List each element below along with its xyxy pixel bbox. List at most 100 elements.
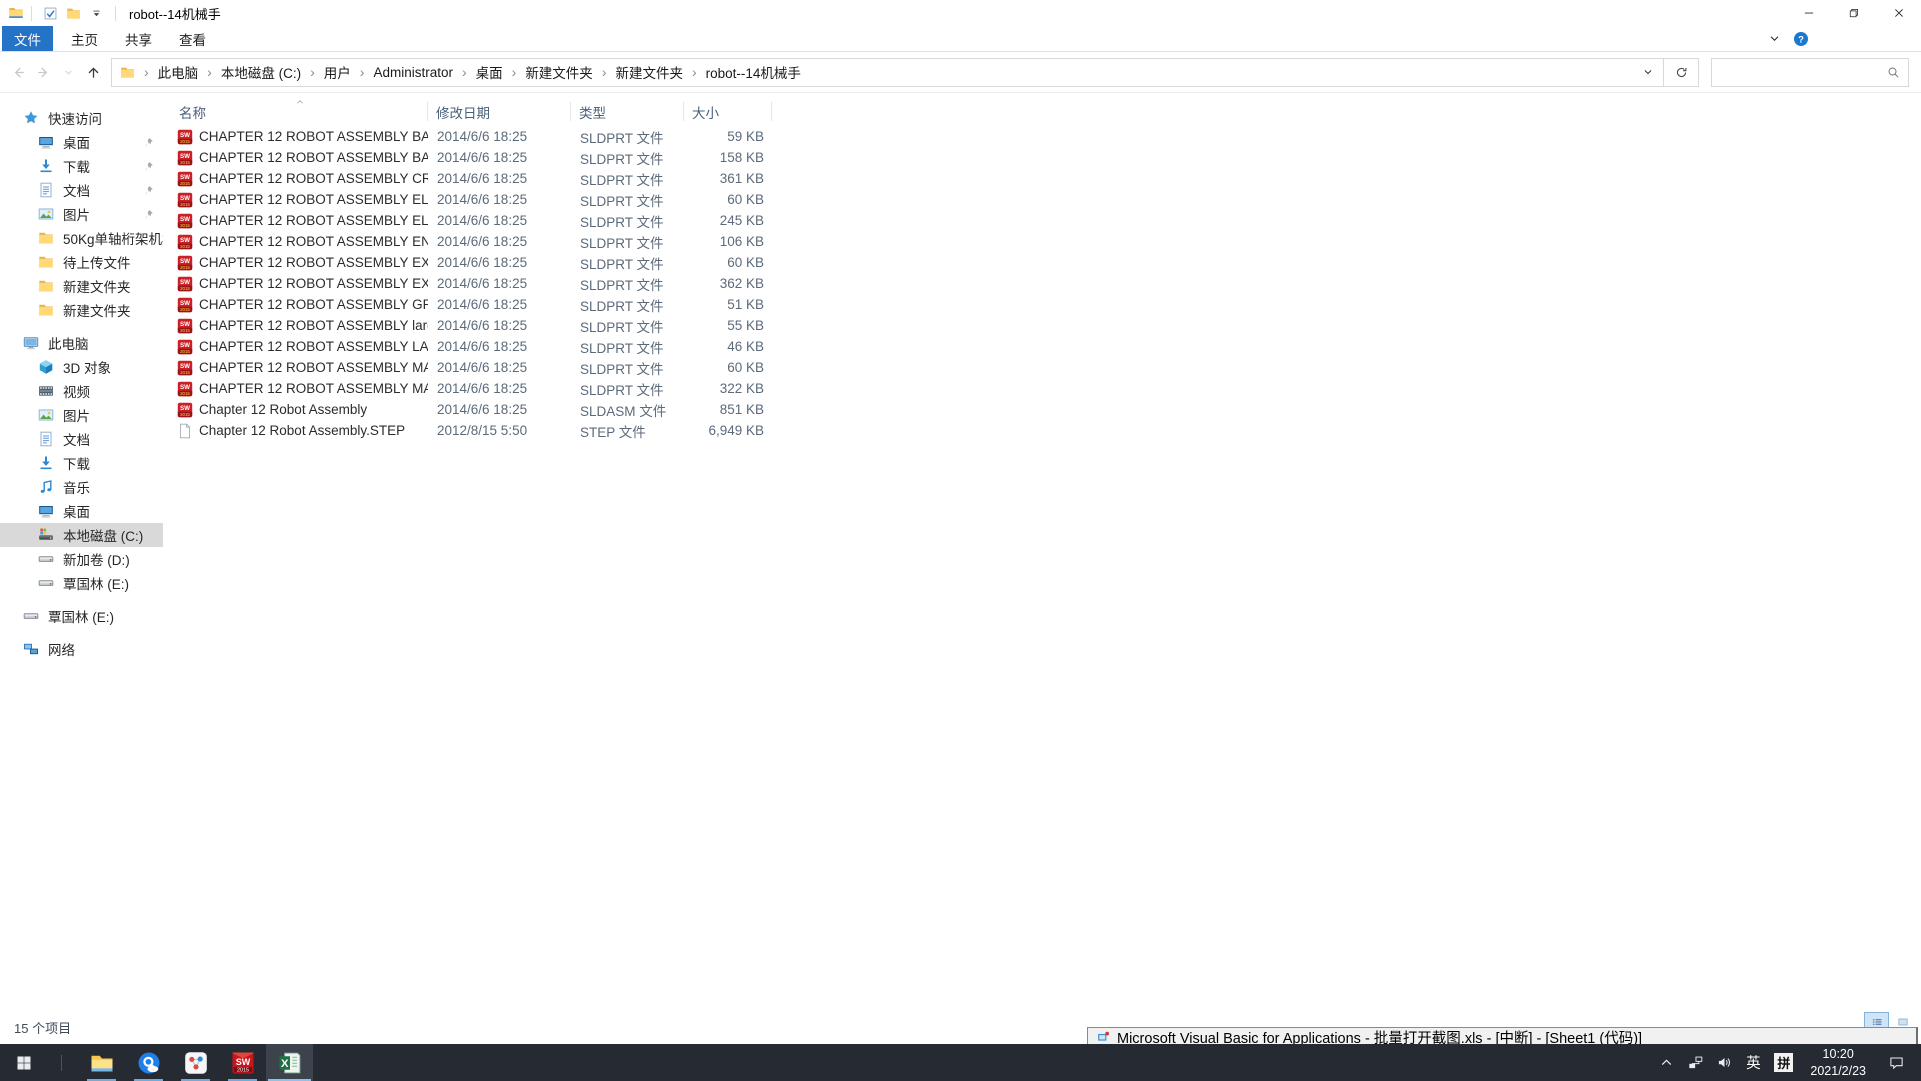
ribbon-tab[interactable]: 文件	[2, 26, 53, 51]
recent-locations-button[interactable]	[56, 59, 81, 85]
vba-window-sliver[interactable]: Microsoft Visual Basic for Applications …	[1087, 1027, 1918, 1044]
refresh-icon[interactable]	[1664, 66, 1698, 79]
taskbar-app-button[interactable]	[78, 1044, 125, 1081]
table-row[interactable]: SW2015 CHAPTER 12 ROBOT ASSEMBLY ELB... …	[171, 210, 1921, 231]
table-row[interactable]: SW2015 CHAPTER 12 ROBOT ASSEMBLY BAS... …	[171, 126, 1921, 147]
sidebar-item-label: 此电脑	[48, 333, 89, 353]
sidebar-item[interactable]: 快速访问	[0, 106, 163, 130]
sidebar-item-icon	[23, 110, 39, 126]
breadcrumb-item[interactable]: 此电脑	[135, 59, 198, 86]
file-size: 362 KB	[684, 276, 772, 291]
minimize-button[interactable]	[1786, 0, 1831, 26]
help-icon[interactable]: ?	[1793, 31, 1809, 47]
qat-customize-button[interactable]	[85, 2, 108, 24]
sidebar-item[interactable]: 文档	[0, 427, 163, 451]
column-header[interactable]: 类型	[571, 102, 684, 121]
back-button[interactable]	[6, 59, 31, 85]
sidebar-item[interactable]: 新加卷 (D:)	[0, 547, 163, 571]
file-type-icon: SW2015	[177, 381, 193, 397]
table-row[interactable]: SW2015 CHAPTER 12 ROBOT ASSEMBLY EXT... …	[171, 252, 1921, 273]
sidebar-item[interactable]: 下载	[0, 451, 163, 475]
table-row[interactable]: SW2015 CHAPTER 12 ROBOT ASSEMBLY CRA... …	[171, 168, 1921, 189]
ime-pinyin-icon[interactable]: 拼	[1774, 1053, 1793, 1072]
vba-window-title: Microsoft Visual Basic for Applications …	[1117, 1030, 1642, 1044]
svg-text:2015: 2015	[180, 286, 190, 291]
network-icon[interactable]	[1681, 1044, 1710, 1081]
breadcrumb-item[interactable]: Administrator	[351, 59, 453, 86]
breadcrumb-item[interactable]: 桌面	[453, 59, 503, 86]
sidebar-item[interactable]: 视频	[0, 379, 163, 403]
sidebar-item[interactable]: 文档	[0, 178, 163, 202]
sidebar-item[interactable]: 图片	[0, 202, 163, 226]
file-name: CHAPTER 12 ROBOT ASSEMBLY EXT...	[199, 255, 428, 270]
qat-properties-button[interactable]	[39, 2, 62, 24]
taskbar-clock[interactable]: 10:20 2021/2/23	[1800, 1046, 1876, 1080]
table-row[interactable]: SW2015 Chapter 12 Robot Assembly 2014/6/…	[171, 399, 1921, 420]
table-row[interactable]: SW2015 CHAPTER 12 ROBOT ASSEMBLY MAI... …	[171, 378, 1921, 399]
search-box[interactable]	[1711, 58, 1909, 87]
sidebar-item[interactable]: 桌面	[0, 499, 163, 523]
breadcrumb-item[interactable]: 新建文件夹	[593, 59, 683, 86]
taskbar-app-button[interactable]	[125, 1044, 172, 1081]
taskbar-app-button[interactable]	[172, 1044, 219, 1081]
file-name-cell: SW2015 Chapter 12 Robot Assembly	[171, 402, 428, 418]
file-type: SLDPRT 文件	[571, 379, 684, 399]
sidebar-item[interactable]: 下载	[0, 154, 163, 178]
table-row[interactable]: SW2015 CHAPTER 12 ROBOT ASSEMBLY BASE 20…	[171, 147, 1921, 168]
sidebar-item[interactable]: 新建文件夹	[0, 298, 163, 322]
start-button[interactable]	[0, 1044, 48, 1081]
sidebar-item[interactable]: 桌面	[0, 130, 163, 154]
sidebar-item[interactable]: 音乐	[0, 475, 163, 499]
breadcrumb-item[interactable]: 本地磁盘 (C:)	[198, 59, 301, 86]
search-icon	[1887, 66, 1900, 79]
search-input[interactable]	[1720, 65, 1887, 80]
column-header[interactable]: 大小	[684, 102, 772, 121]
taskbar-app-button[interactable]: X	[266, 1044, 313, 1081]
breadcrumb-item[interactable]: 新建文件夹	[503, 59, 593, 86]
expand-ribbon-icon[interactable]	[1769, 33, 1780, 44]
table-row[interactable]: SW2015 CHAPTER 12 ROBOT ASSEMBLY END... …	[171, 231, 1921, 252]
sidebar-item[interactable]: 50Kg单轴桁架机械	[0, 226, 163, 250]
address-dropdown-icon[interactable]	[1633, 67, 1663, 77]
ime-language-indicator[interactable]: 英	[1739, 1052, 1767, 1073]
sidebar-item[interactable]: 新建文件夹	[0, 274, 163, 298]
breadcrumb-item[interactable]: 用户	[301, 59, 351, 86]
action-center-icon[interactable]	[1876, 1044, 1916, 1081]
table-row[interactable]: Chapter 12 Robot Assembly.STEP 2012/8/15…	[171, 420, 1921, 441]
table-row[interactable]: SW2015 CHAPTER 12 ROBOT ASSEMBLY larg...…	[171, 315, 1921, 336]
sidebar-item-label: 新建文件夹	[63, 300, 131, 320]
breadcrumb-item[interactable]: robot--14机械手	[683, 59, 801, 86]
sidebar-item[interactable]: 3D 对象	[0, 355, 163, 379]
table-row[interactable]: SW2015 CHAPTER 12 ROBOT ASSEMBLY EXT... …	[171, 273, 1921, 294]
qat-new-folder-button[interactable]	[62, 2, 85, 24]
address-bar[interactable]: 此电脑 本地磁盘 (C:) 用户 Administrator 桌面 新建文件夹 …	[111, 58, 1699, 87]
volume-icon[interactable]	[1710, 1044, 1739, 1081]
divider	[115, 6, 116, 21]
restore-button[interactable]	[1831, 0, 1876, 26]
sidebar-item[interactable]: 图片	[0, 403, 163, 427]
sidebar-item[interactable]: 覃国林 (E:)	[0, 604, 163, 628]
table-row[interactable]: SW2015 CHAPTER 12 ROBOT ASSEMBLY LAR... …	[171, 336, 1921, 357]
taskbar-app-button[interactable]: SW2015	[219, 1044, 266, 1081]
sidebar-item[interactable]: 网络	[0, 637, 163, 661]
ribbon-tab[interactable]: 主页	[62, 26, 107, 51]
column-header[interactable]: 修改日期	[428, 102, 571, 121]
close-icon[interactable]	[1876, 0, 1921, 26]
svg-text:SW: SW	[180, 132, 190, 139]
file-name: CHAPTER 12 ROBOT ASSEMBLY GRIP...	[199, 297, 428, 312]
hidden-icons-button[interactable]	[1652, 1044, 1681, 1081]
sidebar-item[interactable]: 本地磁盘 (C:)	[0, 523, 163, 547]
file-name: CHAPTER 12 ROBOT ASSEMBLY LAR...	[199, 339, 428, 354]
forward-button[interactable]	[31, 59, 56, 85]
table-row[interactable]: SW2015 CHAPTER 12 ROBOT ASSEMBLY GRIP...…	[171, 294, 1921, 315]
table-row[interactable]: SW2015 CHAPTER 12 ROBOT ASSEMBLY ELB... …	[171, 189, 1921, 210]
up-button[interactable]	[81, 59, 106, 85]
sidebar-item[interactable]: 此电脑	[0, 331, 163, 355]
table-row[interactable]: SW2015 CHAPTER 12 ROBOT ASSEMBLY MAI... …	[171, 357, 1921, 378]
file-size: 55 KB	[684, 318, 772, 333]
sidebar-item[interactable]: 待上传文件	[0, 250, 163, 274]
sidebar-item[interactable]: 覃国林 (E:)	[0, 571, 163, 595]
file-size: 60 KB	[684, 255, 772, 270]
ribbon-tab[interactable]: 查看	[170, 26, 215, 51]
ribbon-tab[interactable]: 共享	[116, 26, 161, 51]
